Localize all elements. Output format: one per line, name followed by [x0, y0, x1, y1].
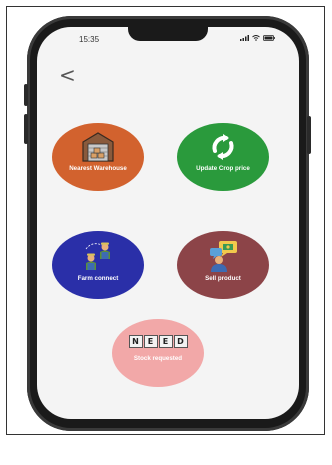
seller-chat-icon: [210, 241, 237, 272]
farmers-icon: [85, 242, 110, 270]
need-letter: D: [173, 335, 188, 348]
back-button[interactable]: <: [59, 65, 76, 85]
warehouse-icon: [82, 132, 114, 162]
need-letter: E: [143, 335, 158, 348]
update-crop-price-label: Update Crop price: [196, 165, 250, 172]
volume-down-button: [24, 114, 28, 144]
sell-product-button[interactable]: Sell product: [177, 231, 269, 299]
refresh-icon: [212, 134, 234, 160]
notch: [128, 27, 208, 41]
sell-product-label: Sell product: [205, 275, 241, 282]
nearest-warehouse-button[interactable]: Nearest Warehouse: [52, 123, 144, 191]
need-letter: E: [158, 335, 173, 348]
update-crop-price-button[interactable]: Update Crop price: [177, 123, 269, 191]
phone-screen: 15:35 < Nearest Warehouse Update Crop pr…: [37, 27, 299, 419]
need-letter: N: [128, 335, 143, 348]
status-icons: [240, 35, 275, 41]
battery-icon: [263, 35, 275, 41]
volume-up-button: [24, 84, 28, 106]
farm-connect-button[interactable]: Farm connect: [52, 231, 144, 299]
stock-requested-button[interactable]: N E E D Stock requested: [112, 319, 204, 387]
farm-connect-label: Farm connect: [77, 275, 119, 282]
signal-icon: [240, 35, 249, 41]
need-icon: N E E D: [128, 335, 188, 348]
nearest-warehouse-label: Nearest Warehouse: [69, 165, 127, 172]
stock-requested-label: Stock requested: [133, 355, 183, 362]
power-button: [307, 116, 311, 154]
status-time: 15:35: [79, 35, 100, 44]
wifi-icon: [252, 35, 260, 41]
